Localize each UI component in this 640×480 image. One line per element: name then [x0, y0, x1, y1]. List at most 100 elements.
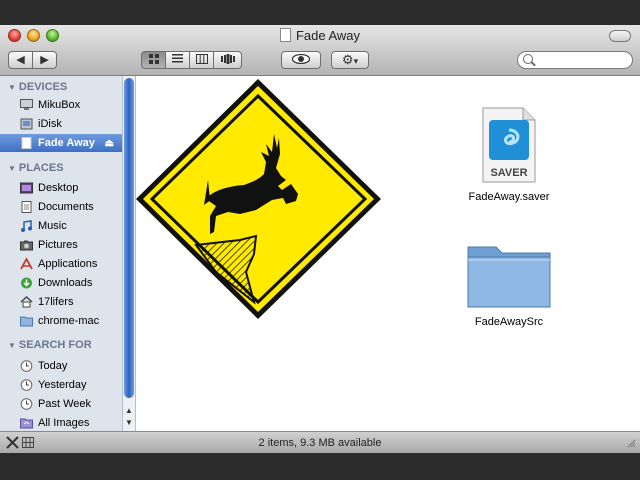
sidebar-item-yesterday[interactable]: Yesterday	[0, 376, 122, 394]
saver-badge: SAVER	[490, 167, 527, 179]
devices-header[interactable]: ▼ DEVICES	[8, 81, 67, 93]
sidebar-item-music[interactable]: Music	[0, 217, 122, 235]
documents-folder-icon	[21, 201, 32, 213]
disclosure-triangle-icon: ▼	[8, 164, 16, 173]
chevron-down-icon: ▾	[353, 56, 359, 66]
search-for-header-label: SEARCH FOR	[18, 339, 92, 351]
file-browser-content: SAVER FadeAway.saver FadeAwaySrc	[136, 76, 640, 431]
sidebar-item-chrome-mac[interactable]: chrome-mac	[0, 312, 122, 330]
sidebar-item-label: Applications	[38, 258, 98, 270]
sidebar-item-label: Past Week	[38, 398, 91, 410]
home-icon	[20, 296, 33, 308]
camera-icon	[20, 240, 33, 251]
screensaver-file-icon: SAVER	[482, 107, 536, 183]
column-view-icon	[195, 54, 208, 64]
document-proxy-icon[interactable]	[279, 28, 291, 42]
icon-view-icon	[148, 54, 159, 64]
sidebar-item-label: Pictures	[38, 239, 78, 251]
search-field[interactable]	[517, 51, 633, 69]
title-bar: Fade Away ◀ ▶ ⚙▾	[0, 25, 640, 76]
computer-icon	[20, 99, 33, 110]
grid-icon[interactable]	[22, 437, 34, 448]
sidebar-item-downloads[interactable]: Downloads	[0, 274, 122, 292]
sidebar-item-label: Today	[38, 360, 68, 372]
disclosure-triangle-icon: ▼	[8, 83, 16, 92]
search-for-header[interactable]: ▼ SEARCH FOR	[8, 339, 92, 351]
sidebar-item-label: chrome-mac	[38, 315, 100, 327]
back-arrow-icon: ◀	[16, 54, 25, 66]
sidebar: ▼ DEVICES MikuBox iDisk Fade Away ⏏ ▼ PLAC…	[0, 76, 122, 431]
forward-button[interactable]: ▶	[32, 51, 57, 69]
sidebar-item-17lifers[interactable]: 17lifers	[0, 293, 122, 311]
window-title: Fade Away	[295, 28, 361, 43]
back-button[interactable]: ◀	[8, 51, 33, 69]
file-name: FadeAway.saver	[468, 191, 550, 203]
sidebar-item-past-week[interactable]: Past Week	[0, 395, 122, 413]
deer-crossing-sign-image	[136, 79, 381, 319]
scroll-down-arrow-icon[interactable]: ▼	[123, 417, 135, 428]
coverflow-view-button[interactable]	[213, 51, 242, 69]
sidebar-item-mikubox[interactable]: MikuBox	[0, 96, 122, 114]
search-input[interactable]	[538, 53, 632, 69]
gear-icon: ⚙	[341, 52, 354, 67]
list-view-icon	[172, 54, 183, 63]
places-header-label: PLACES	[18, 162, 64, 174]
toolbar-toggle-button[interactable]	[609, 30, 631, 42]
icon-view-button[interactable]	[141, 51, 166, 69]
applications-icon	[20, 258, 33, 270]
finder-window: Fade Away ◀ ▶ ⚙▾ ▼ DEVICES MikuBox iDisk…	[0, 25, 640, 453]
sidebar-item-label: MikuBox	[38, 99, 81, 111]
eye-icon	[291, 53, 311, 65]
action-menu-button[interactable]: ⚙▾	[331, 51, 369, 69]
column-view-button[interactable]	[189, 51, 214, 69]
status-bar: 2 items, 9.3 MB available	[0, 431, 640, 453]
scrollbar-thumb[interactable]	[124, 78, 134, 398]
clock-icon	[20, 398, 33, 410]
sidebar-item-desktop[interactable]: Desktop	[0, 179, 122, 197]
search-icon	[523, 54, 533, 64]
folder-icon	[467, 246, 551, 308]
sidebar-item-label: All Images	[38, 417, 90, 429]
smart-folder-icon	[20, 418, 33, 429]
download-arrow-icon	[21, 277, 32, 289]
sidebar-item-pictures[interactable]: Pictures	[0, 236, 122, 254]
resize-grip-icon[interactable]	[626, 438, 636, 448]
eject-icon[interactable]: ⏏	[105, 135, 114, 153]
devices-header-label: DEVICES	[18, 81, 68, 93]
forward-arrow-icon: ▶	[40, 54, 49, 66]
sidebar-scrollbar[interactable]: ▲ ▼	[122, 76, 136, 431]
sidebar-item-idisk[interactable]: iDisk	[0, 115, 122, 133]
idisk-icon	[20, 118, 33, 130]
coverflow-view-icon	[220, 54, 235, 64]
sidebar-item-label: Yesterday	[38, 379, 87, 391]
sidebar-item-documents[interactable]: Documents	[0, 198, 122, 216]
sidebar-item-all-images[interactable]: All Images	[0, 414, 122, 431]
list-view-button[interactable]	[165, 51, 190, 69]
desktop-folder-icon	[20, 182, 33, 194]
sidebar-item-applications[interactable]: Applications	[0, 255, 122, 273]
sidebar-item-label: Desktop	[38, 182, 79, 194]
clock-icon	[20, 360, 33, 372]
places-header[interactable]: ▼ PLACES	[8, 162, 64, 174]
folder-icon	[20, 316, 33, 327]
sidebar-item-label: Downloads	[38, 277, 93, 289]
disclosure-triangle-icon: ▼	[8, 341, 16, 350]
status-text: 2 items, 9.3 MB available	[258, 437, 382, 449]
scroll-up-arrow-icon[interactable]: ▲	[123, 405, 135, 416]
sidebar-item-label: Music	[38, 220, 67, 232]
sidebar-item-label: 17lifers	[38, 296, 74, 308]
window-title-area: Fade Away	[0, 28, 640, 43]
music-note-icon	[21, 220, 32, 232]
tools-icon[interactable]	[6, 436, 19, 449]
file-item-folder[interactable]: FadeAwaySrc	[454, 241, 564, 328]
clock-icon	[20, 379, 33, 391]
quick-look-button[interactable]	[281, 51, 321, 69]
disk-image-icon	[21, 137, 32, 149]
sidebar-item-fade-away[interactable]: Fade Away ⏏	[0, 134, 122, 152]
file-name: FadeAwaySrc	[474, 316, 544, 328]
sidebar-item-today[interactable]: Today	[0, 357, 122, 375]
sidebar-item-label: Fade Away	[38, 137, 95, 149]
file-item-saver[interactable]: SAVER FadeAway.saver	[454, 106, 564, 203]
sidebar-item-label: Documents	[38, 201, 94, 213]
sidebar-item-label: iDisk	[38, 118, 62, 130]
